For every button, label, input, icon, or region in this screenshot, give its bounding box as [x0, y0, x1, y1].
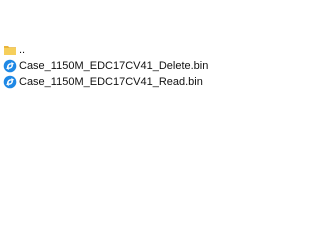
list-item-label: ..: [19, 44, 26, 56]
list-item-label: Case_1150M_EDC17CV41_Read.bin: [19, 76, 203, 88]
folder-icon: [3, 43, 17, 57]
bin-file-icon: [3, 75, 17, 89]
bin-file-icon: [3, 59, 17, 73]
list-item-label: Case_1150M_EDC17CV41_Delete.bin: [19, 60, 209, 72]
list-item-parent-folder[interactable]: ..: [0, 42, 200, 58]
list-item-delete-bin[interactable]: Case_1150M_EDC17CV41_Delete.bin: [0, 58, 208, 74]
file-list: .. Case_1150M_EDC17CV41_Delete.bin Case_…: [0, 42, 208, 90]
list-item-read-bin[interactable]: Case_1150M_EDC17CV41_Read.bin: [0, 74, 203, 90]
